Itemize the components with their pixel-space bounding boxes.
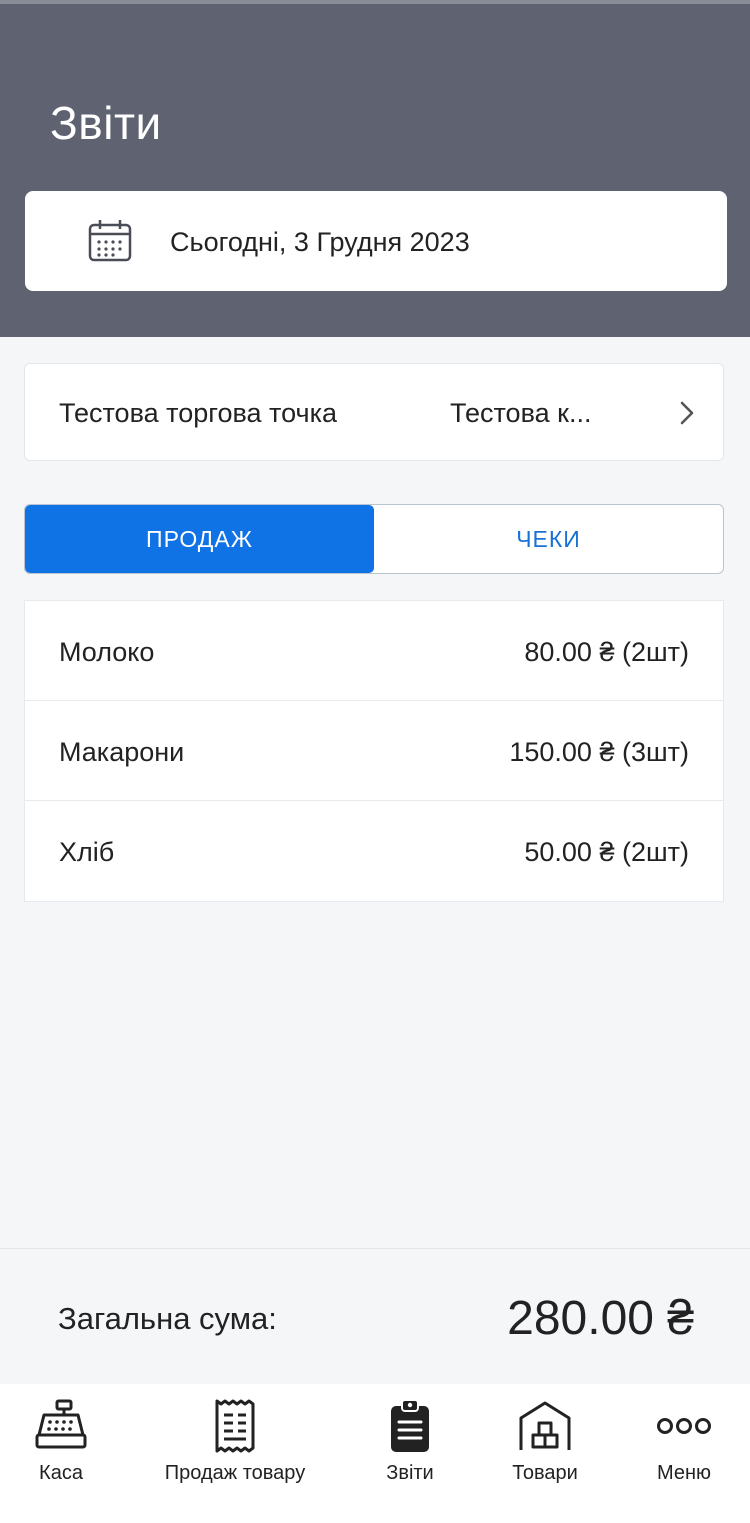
tab-receipts[interactable]: ЧЕКИ bbox=[374, 505, 723, 573]
tab-sales[interactable]: ПРОДАЖ bbox=[25, 505, 374, 573]
nav-label: Товари bbox=[512, 1462, 578, 1484]
nav-item-reports[interactable]: Звіти bbox=[372, 1398, 448, 1498]
list-item[interactable]: Молоко 80.00 ₴ (2шт) bbox=[25, 601, 723, 701]
warehouse-icon bbox=[519, 1401, 571, 1450]
nav-item-cash[interactable]: Каса bbox=[22, 1398, 100, 1498]
date-label: Сьогодні, 3 Грудня 2023 bbox=[170, 227, 470, 257]
nav-item-products[interactable]: Товари bbox=[500, 1398, 590, 1498]
cash-register-icon bbox=[35, 1399, 87, 1449]
item-amount: 150.00 ₴ (3шт) bbox=[509, 737, 689, 767]
chevron-right-icon bbox=[680, 401, 694, 425]
item-name: Хліб bbox=[59, 837, 115, 867]
bottom-nav: Каса Продаж товару Звіти Товари Меню bbox=[0, 1384, 750, 1523]
nav-label: Звіти bbox=[386, 1462, 434, 1484]
register-name: Тестова к... bbox=[450, 398, 592, 428]
total-bar: Загальна сума: 280.00 ₴ bbox=[0, 1248, 750, 1384]
nav-label: Продаж товару bbox=[164, 1462, 306, 1484]
store-name: Тестова торгова точка bbox=[59, 398, 338, 428]
clipboard-icon bbox=[391, 1399, 429, 1452]
report-tabs: ПРОДАЖ ЧЕКИ bbox=[24, 504, 724, 574]
item-name: Молоко bbox=[59, 637, 155, 667]
nav-label: Меню bbox=[656, 1462, 712, 1484]
item-amount: 50.00 ₴ (2шт) bbox=[524, 837, 689, 867]
list-item[interactable]: Макарони 150.00 ₴ (3шт) bbox=[25, 701, 723, 801]
nav-item-sale[interactable]: Продаж товару bbox=[155, 1398, 315, 1498]
total-value: 280.00 ₴ bbox=[507, 1292, 694, 1345]
calendar-icon bbox=[88, 220, 132, 262]
header: Звіти Сьогодні, 3 Грудня 2023 bbox=[0, 0, 750, 337]
page-title: Звіти bbox=[50, 97, 162, 149]
total-label: Загальна сума: bbox=[58, 1301, 277, 1336]
nav-label: Каса bbox=[39, 1462, 83, 1484]
nav-item-menu[interactable]: Меню bbox=[642, 1398, 726, 1498]
receipt-icon bbox=[215, 1399, 255, 1453]
sales-list: Молоко 80.00 ₴ (2шт) Макарони 150.00 ₴ (… bbox=[24, 600, 724, 902]
item-name: Макарони bbox=[59, 737, 185, 767]
date-picker[interactable]: Сьогодні, 3 Грудня 2023 bbox=[25, 191, 727, 291]
more-icon bbox=[657, 1418, 711, 1434]
list-item[interactable]: Хліб 50.00 ₴ (2шт) bbox=[25, 801, 723, 901]
store-selector[interactable]: Тестова торгова точка Тестова к... bbox=[24, 363, 724, 461]
item-amount: 80.00 ₴ (2шт) bbox=[524, 637, 689, 667]
